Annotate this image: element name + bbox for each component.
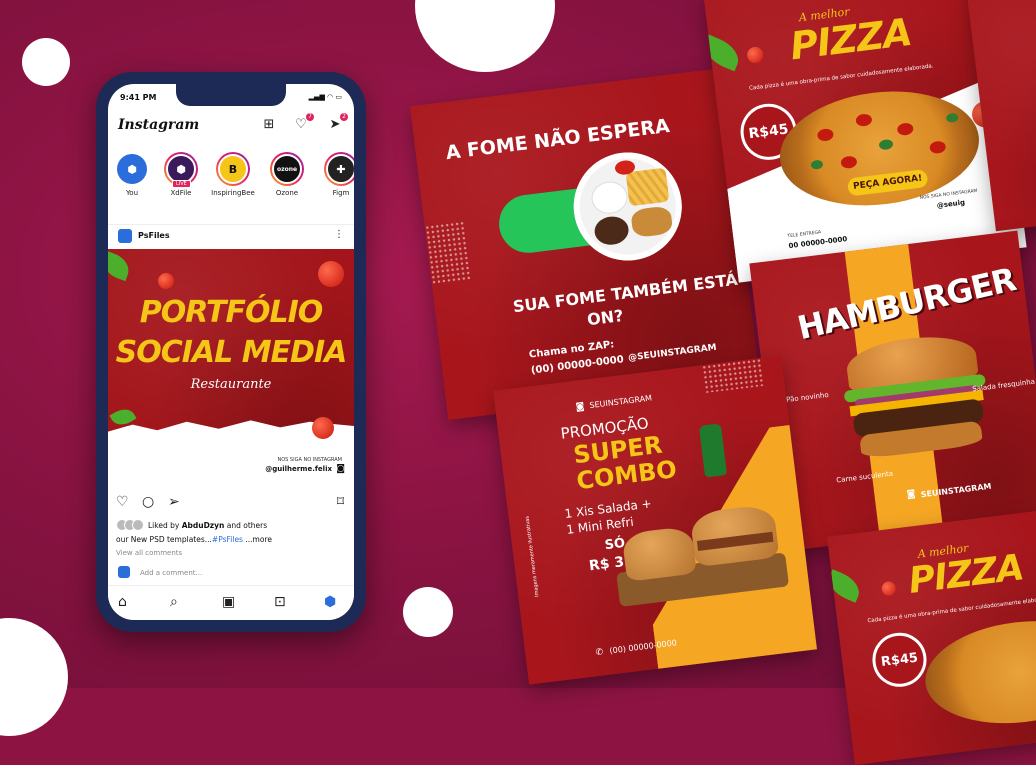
pepperoni (929, 140, 947, 155)
likes-suffix: and others (226, 521, 268, 530)
pepperoni (816, 127, 835, 142)
story-ring: ✚ (324, 152, 354, 186)
profile-icon[interactable]: ⬢ (324, 594, 336, 610)
bookmark-icon[interactable]: ⌑ (337, 494, 344, 510)
card-combo: ◙ SEUINSTAGRAM PROMOÇÃO SUPER COMBO 1 Xi… (493, 355, 817, 685)
basil (810, 159, 824, 170)
fries (625, 167, 670, 207)
instagram-icon: ◙ (336, 464, 345, 474)
instagram-icon: ◙ (575, 401, 586, 413)
story-name: XdFile (170, 189, 192, 197)
post-handle: @guilherme.felix (265, 465, 332, 473)
basil (878, 138, 894, 151)
status-icons: ▂▄▆ ◠ ▭ (308, 93, 342, 101)
story-name: You (125, 189, 139, 197)
more-options-icon[interactable]: ⋮ (334, 229, 344, 240)
story-ozone[interactable]: ozone Ozone (264, 152, 310, 197)
like-icon[interactable]: ♡ (116, 494, 129, 510)
story-name: Figm (332, 189, 350, 197)
likes-badge: 7 (306, 113, 314, 121)
tomato-slice (158, 273, 174, 289)
story-ring: B (216, 152, 250, 186)
phone-mockup: 9:41 PM ▂▄▆ ◠ ▭ Instagram ⊞ ♡ 7 ➤ 2 ⬢ Yo… (96, 72, 366, 632)
comment-avatar (118, 566, 130, 578)
pepperoni (896, 122, 914, 137)
story-ring: ⬢ (115, 152, 149, 186)
home-icon[interactable]: ⌂ (118, 594, 127, 610)
basil (945, 112, 959, 124)
halftone-dots (424, 220, 472, 285)
search-icon[interactable]: ⌕ (170, 594, 178, 610)
add-post-icon[interactable]: ⊞ (260, 116, 278, 134)
instagram-icon: ◙ (906, 489, 917, 501)
view-comments-link[interactable]: View all comments (116, 549, 182, 557)
story-name: Ozone (275, 189, 299, 197)
story-ring: ozone (270, 152, 304, 186)
live-badge: LIVE (172, 180, 191, 188)
post-title-line2: SOCIAL MEDIA (115, 335, 348, 370)
sandwich-image (609, 497, 790, 613)
direct-message-icon[interactable]: ➤ 2 (326, 113, 348, 134)
caption-more[interactable]: ...more (245, 535, 272, 544)
status-time: 9:41 PM (120, 93, 157, 102)
sandwich-half (621, 525, 697, 582)
likes-text: Liked by AbduDzyn and others (148, 521, 267, 530)
shop-icon[interactable]: ⊡ (274, 594, 286, 610)
likes-user[interactable]: AbduDzyn (182, 521, 225, 530)
add-comment-input[interactable]: Add a comment... (140, 569, 202, 577)
heart-icon[interactable]: ♡ 7 (292, 113, 314, 134)
likes-prefix: Liked by (148, 521, 180, 530)
post-image[interactable]: PORTFÓLIO SOCIAL MEDIA Restaurante NOS S… (108, 249, 354, 489)
pepperoni (855, 113, 873, 128)
post-title-line1: PORTFÓLIO (139, 295, 323, 330)
pepperoni (840, 155, 858, 170)
caption-text: our New PSD templates... (116, 535, 212, 544)
post-actions: ♡ ○ ➢ ⌑ (108, 492, 354, 512)
avatar: B (218, 154, 248, 184)
bottom-nav: ⌂ ⌕ ▣ ⊡ ⬢ (108, 585, 354, 620)
instagram-logo: Instagram (118, 117, 200, 133)
post-caption: our New PSD templates...#PsFiles ...more (116, 535, 272, 544)
reels-icon[interactable]: ▣ (222, 594, 235, 610)
story-name: InspiringBee (211, 189, 255, 197)
phone-notch (176, 84, 286, 106)
story-xdfile[interactable]: ⬢ LIVE XdFile (158, 152, 204, 197)
follow-text: NOS SIGA NO INSTAGRAM (277, 457, 342, 463)
post-header: PsFiles ⋮ (108, 224, 354, 247)
story-inspiringbee[interactable]: B InspiringBee (210, 152, 256, 197)
decor-circle (403, 587, 453, 637)
burger-image (843, 330, 988, 466)
ig-header: Instagram ⊞ ♡ 7 ➤ 2 (108, 113, 354, 138)
avatar: ⬢ (117, 154, 147, 184)
decor-circle (22, 38, 70, 86)
story-you[interactable]: ⬢ You (109, 152, 155, 197)
stories-row: ⬢ You ⬢ LIVE XdFile B InspiringBee ozone (108, 152, 354, 212)
tomato-slice (318, 261, 344, 287)
tomato-slice (312, 417, 334, 439)
comment-icon[interactable]: ○ (142, 494, 154, 510)
avatar: ✚ (326, 154, 354, 184)
post-subtitle: Restaurante (190, 377, 272, 392)
share-icon[interactable]: ➢ (168, 494, 180, 510)
post-username[interactable]: PsFiles (138, 231, 170, 240)
whatsapp-icon: ✆ (595, 647, 604, 659)
dm-badge: 2 (340, 113, 348, 121)
post-avatar[interactable] (118, 229, 132, 243)
liker-avatar (132, 519, 144, 531)
phone-screen: 9:41 PM ▂▄▆ ◠ ▭ Instagram ⊞ ♡ 7 ➤ 2 ⬢ Yo… (108, 84, 354, 620)
story-figma[interactable]: ✚ Figm (318, 152, 354, 197)
card-pizza-2: A melhor PIZZA Cada pizza é uma obra-pri… (826, 505, 1036, 765)
caption-hashtag[interactable]: #PsFiles (212, 535, 243, 544)
avatar: ozone (272, 154, 302, 184)
